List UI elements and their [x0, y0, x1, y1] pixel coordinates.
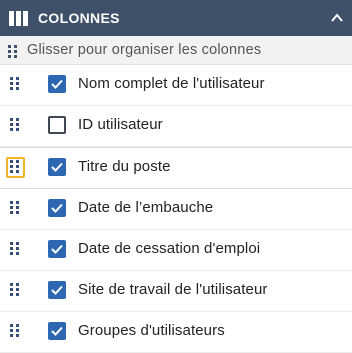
chevron-up-icon[interactable]	[330, 11, 344, 25]
column-checkbox[interactable]	[48, 158, 66, 176]
drag-handle-icon[interactable]	[6, 321, 25, 342]
drag-handle-icon	[8, 45, 18, 59]
column-checkbox[interactable]	[48, 199, 66, 217]
drag-handle-icon[interactable]	[6, 198, 25, 219]
drag-hint: Glisser pour organiser les colonnes	[0, 36, 352, 65]
columns-panel-header[interactable]: COLONNES	[0, 0, 352, 36]
column-label: ID utilisateur	[78, 116, 163, 133]
column-row: Date de l’embauche	[0, 189, 352, 230]
columns-panel: COLONNES Glisser pour organiser les colo…	[0, 0, 352, 353]
column-row: Titre du poste	[0, 147, 352, 189]
column-row: Date de cessation d'emploi	[0, 230, 352, 271]
column-checkbox[interactable]	[48, 281, 66, 299]
column-list: Nom complet de l'utilisateur ID utilisat…	[0, 65, 352, 353]
columns-icon	[9, 11, 29, 26]
column-checkbox[interactable]	[48, 116, 66, 134]
column-label: Date de cessation d'emploi	[78, 240, 261, 257]
drag-handle-icon[interactable]	[6, 157, 25, 178]
drag-handle-icon[interactable]	[6, 115, 25, 136]
column-label: Titre du poste	[78, 158, 171, 175]
column-row: ID utilisateur	[0, 106, 352, 147]
column-label: Nom complet de l'utilisateur	[78, 75, 265, 92]
column-row: Nom complet de l'utilisateur	[0, 65, 352, 106]
column-label: Date de l’embauche	[78, 199, 214, 216]
column-checkbox[interactable]	[48, 322, 66, 340]
column-checkbox[interactable]	[48, 75, 66, 93]
drag-handle-icon[interactable]	[6, 239, 25, 260]
drag-handle-icon[interactable]	[6, 280, 25, 301]
column-row: Site de travail de l'utilisateur	[0, 271, 352, 312]
panel-title: COLONNES	[38, 10, 120, 26]
drag-hint-text: Glisser pour organiser les colonnes	[27, 42, 262, 58]
column-label: Site de travail de l'utilisateur	[78, 281, 268, 298]
drag-handle-icon[interactable]	[6, 74, 25, 95]
column-label: Groupes d'utilisateurs	[78, 322, 225, 339]
column-checkbox[interactable]	[48, 240, 66, 258]
column-row: Groupes d'utilisateurs	[0, 312, 352, 353]
